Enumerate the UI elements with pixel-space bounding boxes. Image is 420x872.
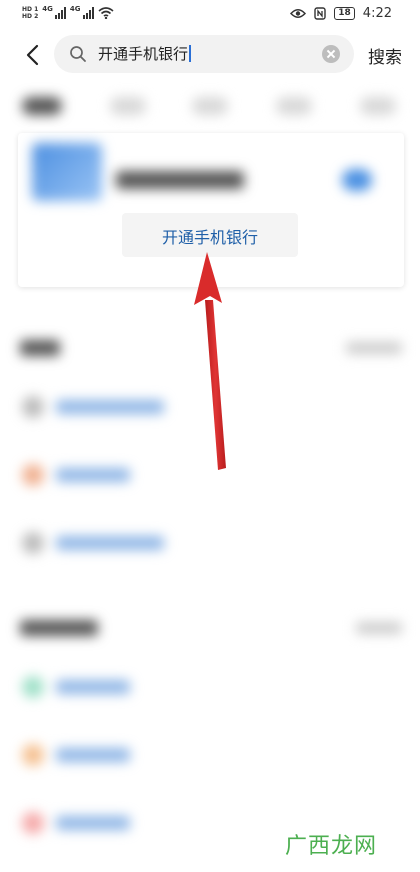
bank-logo: [32, 143, 102, 201]
arrow-shaft: [205, 300, 226, 470]
row-link-blurred[interactable]: [56, 536, 164, 550]
row-icon: [22, 744, 44, 766]
status-bar: HD 1 HD 2 4G 4G 18 4:22: [0, 0, 420, 32]
clock: 4:22: [362, 6, 392, 21]
signal-2-icon: [82, 7, 94, 19]
network-2-label: 4G: [69, 5, 81, 13]
row-icon: [22, 812, 44, 834]
row-icon: [22, 676, 44, 698]
search-query[interactable]: 开通手机银行: [98, 45, 188, 63]
row-icon: [22, 396, 44, 418]
row-icon: [22, 532, 44, 554]
result-card: 开通手机银行: [18, 133, 404, 287]
annotation-arrow: [194, 252, 226, 470]
row-link-blurred[interactable]: [56, 816, 130, 830]
card-action-blurred[interactable]: [342, 169, 372, 191]
tab-blurred[interactable]: [110, 97, 146, 115]
watermark: 广西龙网: [285, 834, 378, 859]
wifi-icon: [97, 7, 114, 19]
network-1-label: 4G: [42, 5, 53, 13]
signal-1-icon: [54, 7, 66, 19]
card-title-blurred: [116, 171, 244, 189]
tab-blurred[interactable]: [192, 97, 228, 115]
hd2-label: HD 2: [22, 13, 39, 20]
search-icon: [70, 46, 86, 62]
status-left: HD 1 HD 2 4G 4G: [22, 5, 114, 20]
row-link-blurred[interactable]: [56, 748, 130, 762]
eye-icon: [290, 9, 307, 18]
section-title-blurred: [20, 340, 60, 356]
status-right: 18 4:22: [290, 6, 392, 21]
battery-icon: 18: [334, 7, 355, 20]
text-cursor: [189, 45, 192, 62]
row-link-blurred[interactable]: [56, 680, 130, 694]
clear-icon[interactable]: [322, 45, 340, 63]
back-arrow-icon[interactable]: [22, 43, 44, 67]
suggestion-label: 开通手机银行: [161, 228, 258, 247]
section-more-blurred[interactable]: [346, 342, 402, 354]
hd1-label: HD 1: [22, 6, 39, 13]
tab-blurred[interactable]: [22, 97, 62, 115]
tab-blurred[interactable]: [276, 97, 312, 115]
suggestion-button[interactable]: 开通手机银行: [122, 213, 298, 257]
search-input[interactable]: 开通手机银行: [54, 35, 354, 73]
row-icon: [22, 464, 44, 486]
search-query-wrap[interactable]: 开通手机银行: [98, 44, 192, 64]
row-link-blurred[interactable]: [56, 468, 130, 482]
row-link-blurred[interactable]: [56, 400, 164, 414]
section-title-blurred: [20, 620, 98, 636]
tab-blurred[interactable]: [360, 97, 396, 115]
hd-indicator: HD 1 HD 2: [22, 6, 38, 20]
section-more-blurred[interactable]: [356, 622, 402, 634]
nfc-icon: [314, 7, 326, 20]
search-button[interactable]: 搜索: [368, 43, 402, 68]
